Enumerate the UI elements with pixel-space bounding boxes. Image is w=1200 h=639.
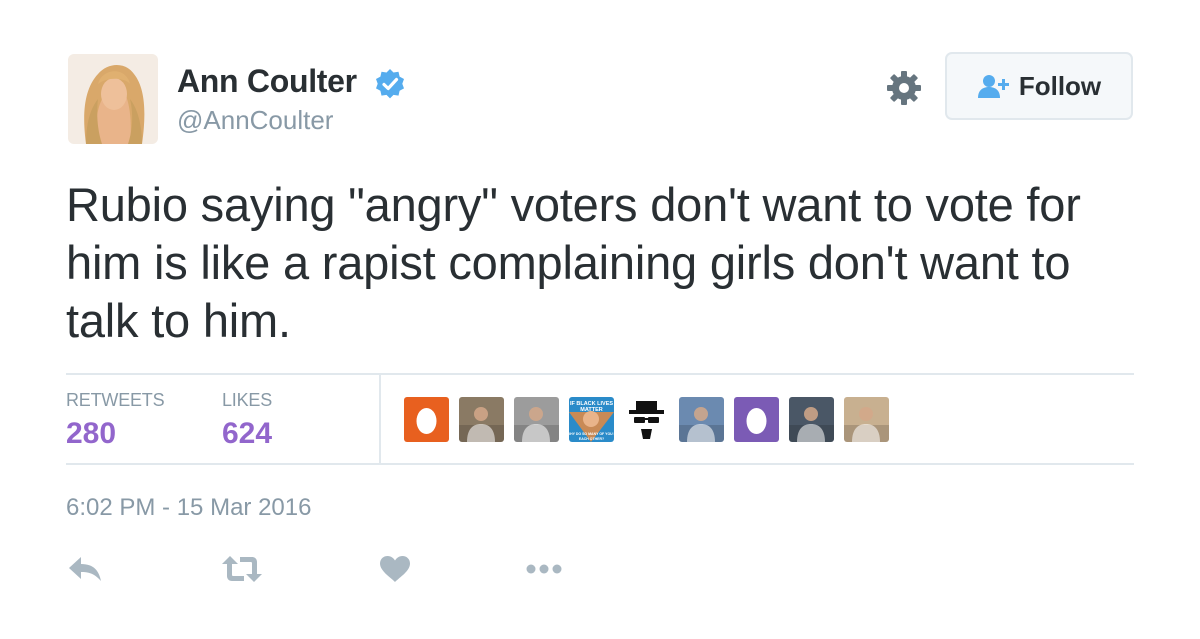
avatar-image [68,54,158,144]
retweets-count: 280 [66,417,117,450]
like-button[interactable] [380,556,410,582]
user-handle[interactable]: @AnnCoulter [177,105,333,136]
liker-avatar-image [844,397,889,442]
retweet-button[interactable] [222,556,262,582]
divider [379,375,381,463]
liker-avatar[interactable] [789,397,834,442]
tweet-text: Rubio saying "angry" voters don't want t… [66,178,1081,347]
display-name[interactable]: Ann Coulter [177,63,357,100]
tweet-card: Ann Coulter @AnnCoulter Follow Rubio say… [0,0,1200,639]
liker-avatar-image [404,397,449,442]
avatar[interactable] [68,54,158,144]
gear-icon[interactable] [886,70,922,106]
reply-icon [69,557,101,581]
likes-stat[interactable]: LIKES 624 [222,390,272,451]
liker-avatar[interactable] [459,397,504,442]
follow-button-label: Follow [1018,70,1102,101]
liker-avatar[interactable] [844,397,889,442]
svg-text:MATTER: MATTER [580,407,603,413]
svg-text:EACH OTHER?: EACH OTHER? [579,437,604,441]
retweets-label: RETWEETS [66,390,165,410]
follow-button[interactable]: Follow [945,52,1133,120]
liker-avatar-image [734,397,779,442]
likes-count: 624 [222,417,273,450]
liker-avatar[interactable] [734,397,779,442]
liker-avatar[interactable] [624,397,669,442]
liker-avatar[interactable] [679,397,724,442]
liker-avatar[interactable] [404,397,449,442]
liker-avatar-image [514,397,559,442]
likes-label: LIKES [222,390,273,410]
heart-icon [380,556,410,582]
divider [66,373,1134,375]
likers-avatars: IF BLACK LIVES MATTER WHY DO SO MANY OF … [404,397,889,442]
liker-avatar[interactable] [514,397,559,442]
divider [66,463,1134,465]
liker-avatar-image: IF BLACK LIVES MATTER WHY DO SO MANY OF … [569,397,614,442]
tweet-timestamp[interactable]: 6:02 PM - 15 Mar 2016 [66,494,311,522]
liker-avatar[interactable]: IF BLACK LIVES MATTER WHY DO SO MANY OF … [569,397,614,442]
retweet-icon [222,556,262,582]
liker-avatar-image [624,397,669,442]
more-icon [526,564,562,574]
retweets-stat[interactable]: RETWEETS 280 [66,390,165,451]
liker-avatar-image [679,397,724,442]
svg-text:WHY DO SO MANY OF YOU K: WHY DO SO MANY OF YOU K [569,432,614,436]
liker-avatar-image [459,397,504,442]
verified-badge-icon [376,69,404,99]
liker-avatar-image [789,397,834,442]
reply-button[interactable] [68,556,102,582]
more-button[interactable] [525,556,563,582]
add-user-icon [977,75,1009,98]
